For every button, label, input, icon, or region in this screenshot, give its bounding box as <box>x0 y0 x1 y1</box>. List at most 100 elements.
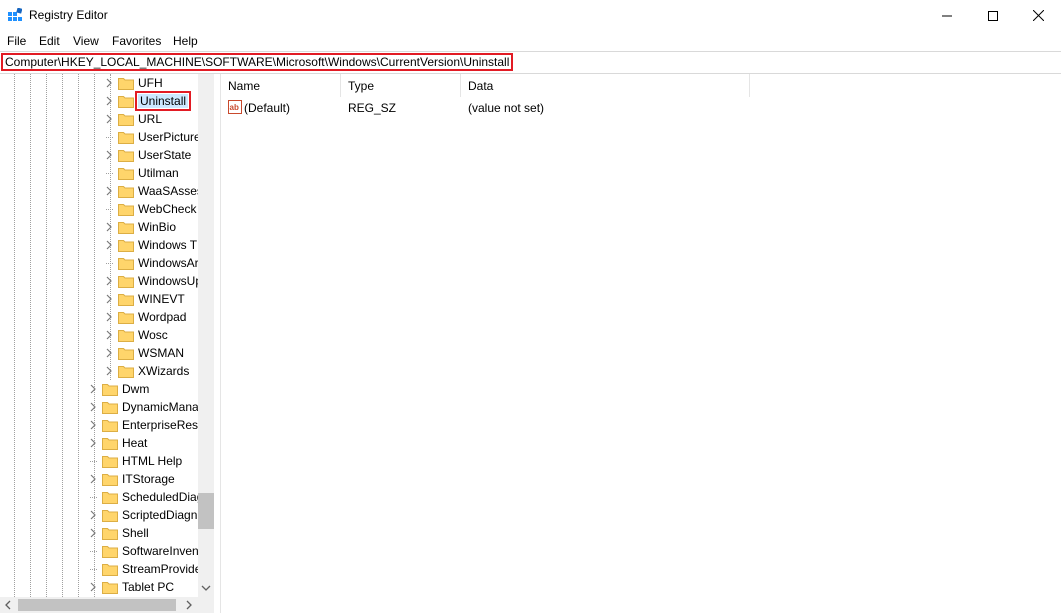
tree-node-label: ScheduledDiag <box>122 490 204 504</box>
tree-horizontal-scroll-thumb[interactable] <box>18 599 176 611</box>
tree-node[interactable]: Shell <box>0 524 200 542</box>
title-bar: Registry Editor <box>0 0 1061 31</box>
tree-node-label: StreamProvide <box>122 562 202 576</box>
folder-icon <box>102 528 118 540</box>
expand-chevron-icon[interactable] <box>104 149 114 161</box>
expand-chevron-icon[interactable] <box>88 581 98 593</box>
tree-node[interactable]: Tablet PC <box>0 578 200 596</box>
tree-vertical-scrollbar[interactable] <box>198 74 214 597</box>
folder-icon <box>118 168 134 180</box>
menu-edit[interactable]: Edit <box>39 34 60 48</box>
folder-icon <box>118 114 134 126</box>
expand-chevron-icon[interactable] <box>104 293 114 305</box>
tree-node-label: UFH <box>138 76 163 90</box>
tree-connector <box>106 137 113 138</box>
expand-chevron-icon[interactable] <box>88 509 98 521</box>
tree-node[interactable]: Uninstall <box>0 91 200 111</box>
tree-connector <box>90 569 97 570</box>
address-bar[interactable]: Computer\HKEY_LOCAL_MACHINE\SOFTWARE\Mic… <box>0 51 1061 74</box>
tree-node[interactable]: DynamicMana <box>0 398 200 416</box>
list-row[interactable]: ab (Default) REG_SZ (value not set) <box>221 99 821 117</box>
menu-view[interactable]: View <box>73 34 99 48</box>
expand-chevron-icon[interactable] <box>104 311 114 323</box>
expand-chevron-icon[interactable] <box>104 365 114 377</box>
tree-vertical-scroll-thumb[interactable] <box>198 493 214 529</box>
expand-chevron-icon[interactable] <box>88 419 98 431</box>
tree-node[interactable]: Wordpad <box>0 308 200 326</box>
minimize-button[interactable] <box>924 0 970 31</box>
folder-icon <box>118 222 134 234</box>
tree-node-label: UserState <box>138 148 192 162</box>
tree-node[interactable]: WaaSAsses <box>0 182 203 200</box>
tree-node[interactable]: XWizards <box>0 362 200 380</box>
tree-node[interactable]: Utilman <box>0 164 200 182</box>
tree-node[interactable]: Heat <box>0 434 200 452</box>
folder-icon <box>102 492 118 504</box>
scroll-right-arrow-icon[interactable] <box>185 600 193 610</box>
tree-node[interactable]: Dwm <box>0 380 200 398</box>
window-title: Registry Editor <box>29 8 108 22</box>
expand-chevron-icon[interactable] <box>104 95 114 107</box>
expand-chevron-icon[interactable] <box>104 185 114 197</box>
tree-node[interactable]: UserPicture <box>0 128 201 146</box>
menu-favorites[interactable]: Favorites <box>112 34 161 48</box>
folder-icon <box>102 420 118 432</box>
value-name: (Default) <box>244 101 291 115</box>
expand-chevron-icon[interactable] <box>104 113 114 125</box>
tree-node[interactable]: WinBio <box>0 218 200 236</box>
tree-node[interactable]: ScriptedDiagn <box>0 506 200 524</box>
key-tree[interactable]: UFH Uninstall URL UserPicture UserState Utilm… <box>0 74 214 597</box>
menu-file[interactable]: File <box>7 34 26 48</box>
tree-node[interactable]: SoftwareInven <box>0 542 200 560</box>
column-header-name[interactable]: Name <box>221 74 341 97</box>
column-header-data[interactable]: Data <box>461 74 750 97</box>
tree-node-label: HTML Help <box>122 454 183 468</box>
expand-chevron-icon[interactable] <box>104 239 114 251</box>
tree-node[interactable]: UserState <box>0 146 200 164</box>
pane-splitter[interactable] <box>214 74 221 613</box>
expand-chevron-icon[interactable] <box>88 401 98 413</box>
folder-icon <box>102 546 118 558</box>
tree-node-label: Windows T <box>138 238 198 252</box>
expand-chevron-icon[interactable] <box>88 473 98 485</box>
svg-text:ab: ab <box>230 103 239 112</box>
maximize-button[interactable] <box>970 0 1016 31</box>
close-button[interactable] <box>1015 0 1061 31</box>
tree-node[interactable]: StreamProvide <box>0 560 202 578</box>
tree-connector <box>90 461 97 462</box>
tree-connector <box>106 209 113 210</box>
tree-node-label: SoftwareInven <box>122 544 199 558</box>
tree-node[interactable]: WebCheck <box>0 200 200 218</box>
tree-horizontal-scrollbar[interactable] <box>0 597 214 613</box>
expand-chevron-icon[interactable] <box>88 383 98 395</box>
tree-node[interactable]: EnterpriseReso <box>0 416 205 434</box>
expand-chevron-icon[interactable] <box>104 221 114 233</box>
tree-node[interactable]: WindowsAr <box>0 254 200 272</box>
tree-node[interactable]: URL <box>0 110 200 128</box>
expand-chevron-icon[interactable] <box>88 527 98 539</box>
scroll-left-arrow-icon[interactable] <box>4 600 12 610</box>
expand-chevron-icon[interactable] <box>104 275 114 287</box>
expand-chevron-icon[interactable] <box>104 329 114 341</box>
tree-node[interactable]: WINEVT <box>0 290 200 308</box>
tree-node[interactable]: WSMAN <box>0 344 200 362</box>
column-header-type[interactable]: Type <box>341 74 461 97</box>
expand-chevron-icon[interactable] <box>104 347 114 359</box>
menu-help[interactable]: Help <box>173 34 198 48</box>
tree-node[interactable]: Wosc <box>0 326 200 344</box>
tree-node[interactable]: WindowsUp <box>0 272 202 290</box>
values-list[interactable]: Name Type Data ab (Default) REG_SZ (valu… <box>221 74 1061 613</box>
tree-node[interactable]: Windows T <box>0 236 200 254</box>
expand-chevron-icon[interactable] <box>104 77 114 89</box>
scroll-down-arrow-icon[interactable] <box>201 584 211 592</box>
tree-node[interactable]: UFH <box>0 74 200 92</box>
tree-node[interactable]: ITStorage <box>0 470 200 488</box>
tree-node[interactable]: ScheduledDiag <box>0 488 204 506</box>
address-path[interactable]: Computer\HKEY_LOCAL_MACHINE\SOFTWARE\Mic… <box>0 53 514 71</box>
string-value-icon: ab <box>228 100 242 114</box>
tree-node[interactable]: HTML Help <box>0 452 200 470</box>
folder-icon <box>102 474 118 486</box>
tree-node-label: Tablet PC <box>122 580 175 594</box>
expand-chevron-icon[interactable] <box>88 437 98 449</box>
folder-icon <box>118 276 134 288</box>
